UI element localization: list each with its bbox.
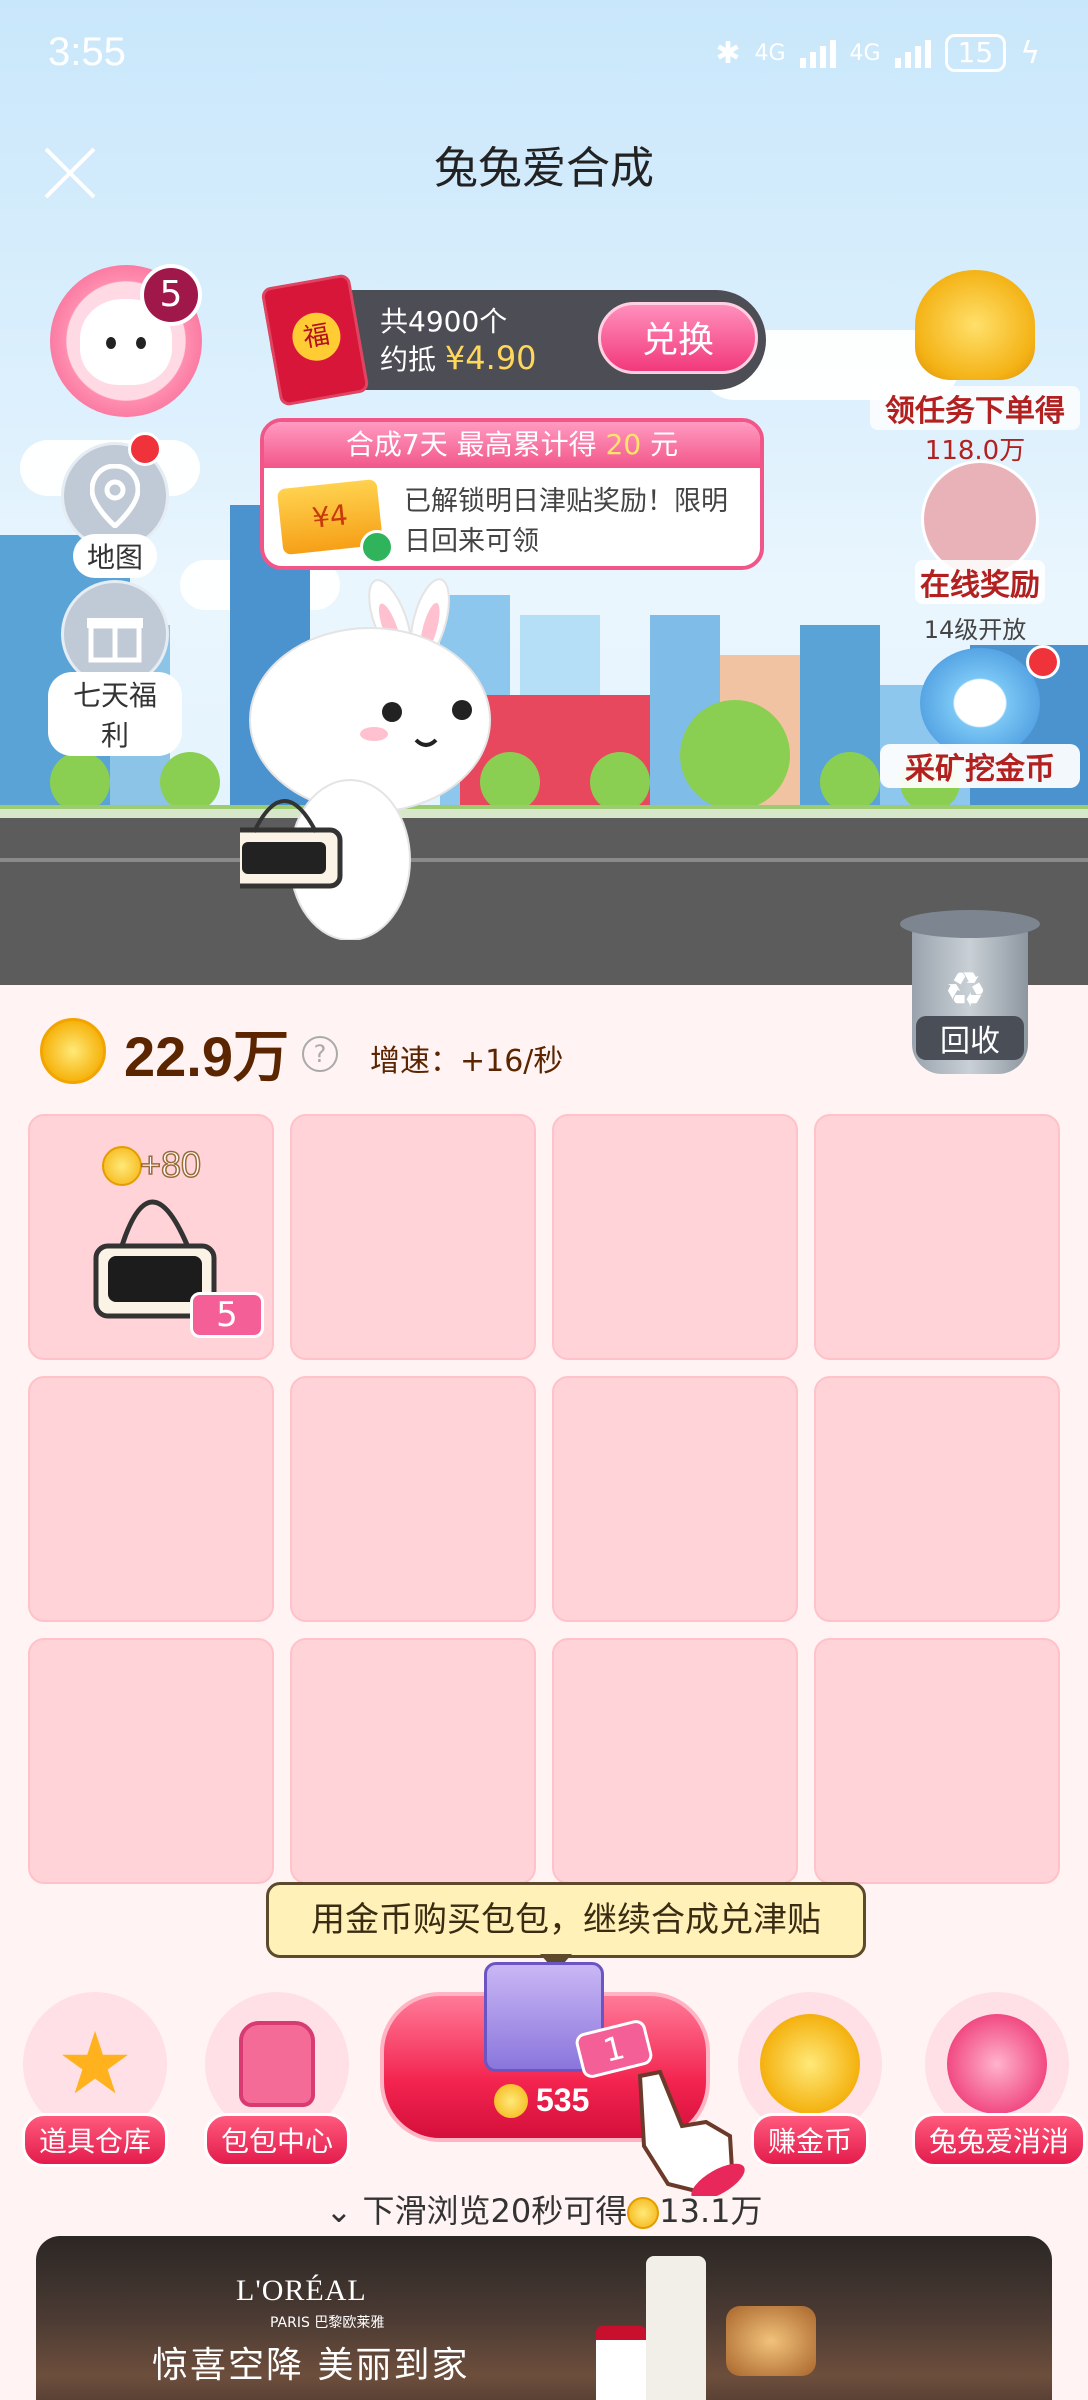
grid-cell[interactable] bbox=[28, 1376, 274, 1622]
bag-center-label: 包包中心 bbox=[203, 2113, 350, 2167]
item-warehouse-button[interactable]: ★ 道具仓库 bbox=[20, 1992, 170, 2167]
signal-icon bbox=[799, 38, 836, 68]
hint-tooltip: 用金币购买包包，继续合成兑津贴 bbox=[266, 1882, 866, 1958]
mining-unlock-note: 14级开放 bbox=[923, 616, 1027, 644]
grid-cell[interactable] bbox=[814, 1638, 1060, 1884]
avatar-level-badge: 5 bbox=[140, 264, 202, 326]
grid-cell[interactable]: +80 5 bbox=[28, 1114, 274, 1360]
signal-icon bbox=[894, 38, 931, 68]
bunny-match-game-button[interactable]: 兔兔爱消消 bbox=[912, 1992, 1087, 2167]
coin-icon bbox=[494, 2084, 528, 2118]
status-icons: ✱ 4G 4G 15 ϟ bbox=[715, 34, 1040, 72]
grid-cell[interactable] bbox=[290, 1114, 536, 1360]
notification-dot bbox=[128, 432, 162, 466]
product-bottle-image bbox=[646, 2256, 706, 2400]
coin-icon bbox=[40, 1018, 106, 1084]
tree bbox=[590, 752, 650, 812]
grid-cell[interactable] bbox=[814, 1114, 1060, 1360]
bag-center-button[interactable]: 包包中心 bbox=[202, 1992, 352, 2167]
tree bbox=[680, 700, 790, 810]
exchange-total: 共4900个 bbox=[380, 305, 508, 338]
earn-coins-label: 赚金币 bbox=[750, 2113, 869, 2167]
notification-dot bbox=[1026, 645, 1060, 679]
scroll-reward-hint: ⌄ 下滑浏览20秒可得 13.1万 bbox=[325, 2192, 763, 2230]
recycle-label: 回收 bbox=[916, 1016, 1024, 1060]
task-label: 领任务下单得 bbox=[870, 386, 1080, 430]
online-reward-button[interactable]: 在线奖励 bbox=[915, 460, 1045, 604]
network-4g-label: 4G bbox=[849, 40, 881, 66]
task-order-button[interactable]: 领任务下单得 118.0万 bbox=[870, 270, 1080, 467]
gold-coins-icon bbox=[915, 270, 1035, 380]
exchange-amount: 约抵 ¥4.90 bbox=[380, 339, 537, 377]
grid-cell[interactable] bbox=[28, 1638, 274, 1884]
help-icon[interactable]: ? bbox=[302, 1036, 338, 1072]
coin-balance: 22.9万 bbox=[124, 1025, 289, 1088]
earning-speed: 增速：+16/秒 bbox=[370, 1044, 564, 1079]
seven-day-welfare-button[interactable]: 七天福利 bbox=[48, 580, 182, 756]
coin-icon bbox=[102, 1146, 142, 1186]
item-income: +80 bbox=[139, 1143, 202, 1186]
product-bottle-image bbox=[596, 2326, 646, 2400]
product-jar-image bbox=[726, 2306, 816, 2376]
coin-icon bbox=[627, 2197, 660, 2229]
bunny-mascot bbox=[240, 578, 491, 940]
battery-icon: 15 bbox=[944, 34, 1007, 72]
double-chevron-down-icon: ⌄ bbox=[325, 2192, 353, 2230]
tree bbox=[160, 752, 220, 812]
bunny-match-game-label: 兔兔爱消消 bbox=[912, 2113, 1087, 2167]
tree bbox=[50, 752, 110, 812]
seven-day-welfare-label: 七天福利 bbox=[48, 672, 182, 756]
reward-card-header: 合成7天 最高累计得 20 元 bbox=[264, 422, 760, 468]
page-title: 兔兔爱合成 bbox=[434, 143, 654, 194]
buy-price: 535 bbox=[536, 2082, 590, 2118]
charging-icon: ϟ bbox=[1020, 35, 1040, 71]
reward-message: 已解锁明日津贴奖励！限明日回来可领 bbox=[404, 486, 728, 557]
map-button[interactable]: 地图 bbox=[52, 442, 178, 578]
earn-coins-button[interactable]: 赚金币 bbox=[730, 1992, 890, 2167]
reward-card[interactable]: 合成7天 最高累计得 20 元 ¥4 已解锁明日津贴奖励！限明日回来可领 bbox=[260, 418, 764, 570]
check-icon bbox=[360, 530, 394, 564]
merge-grid: +80 5 bbox=[28, 1114, 1060, 1884]
mascot-helmet-icon bbox=[920, 648, 1040, 758]
recycle-bin-button[interactable]: ♻ 回收 bbox=[900, 910, 1040, 1080]
ad-slogan: 惊喜空降 美丽到家 bbox=[152, 2345, 470, 2386]
grid-cell[interactable] bbox=[814, 1376, 1060, 1622]
tree bbox=[820, 752, 880, 812]
grid-cell[interactable] bbox=[290, 1638, 536, 1884]
status-time: 3:55 bbox=[48, 30, 126, 74]
mining-label: 采矿挖金币 bbox=[880, 744, 1080, 788]
recycle-icon: ♻ bbox=[944, 962, 988, 1018]
bluetooth-icon: ✱ bbox=[715, 35, 741, 71]
ad-brand-sub: PARIS 巴黎欧莱雅 bbox=[270, 2315, 385, 2331]
item-level-tag: 5 bbox=[190, 1292, 264, 1338]
grid-cell[interactable] bbox=[552, 1376, 798, 1622]
grid-cell[interactable] bbox=[552, 1114, 798, 1360]
exchange-button[interactable]: 兑换 bbox=[598, 302, 758, 374]
network-4g-label: 4G bbox=[754, 40, 786, 66]
item-warehouse-label: 道具仓库 bbox=[21, 2113, 168, 2167]
online-reward-label: 在线奖励 bbox=[915, 560, 1045, 604]
ad-brand: L'ORÉAL bbox=[236, 2274, 367, 2307]
map-label: 地图 bbox=[72, 534, 157, 578]
grid-cell[interactable] bbox=[290, 1376, 536, 1622]
advertisement-banner[interactable]: L'ORÉAL PARIS 巴黎欧莱雅 惊喜空降 美丽到家 bbox=[36, 2236, 1052, 2400]
grid-cell[interactable] bbox=[552, 1638, 798, 1884]
